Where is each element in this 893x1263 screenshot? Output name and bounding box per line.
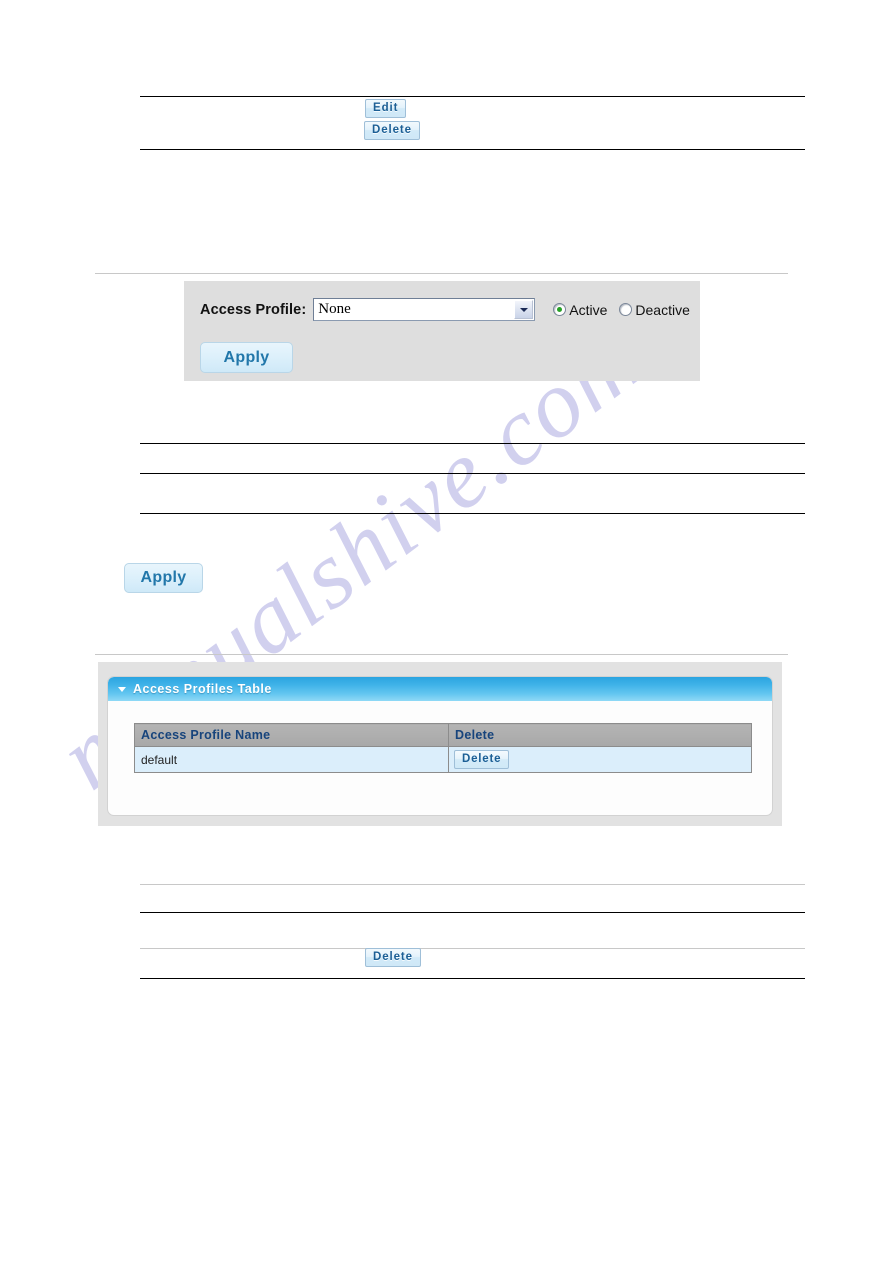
access-profiles-card-header: Access Profiles Table	[108, 677, 772, 701]
access-profiles-title: Access Profiles Table	[133, 682, 272, 696]
divider-top-1	[140, 96, 805, 97]
divider-mid-3	[140, 513, 805, 514]
divider-mid-2	[140, 473, 805, 474]
delete-button-top-label: Delete	[372, 123, 412, 136]
access-profile-select[interactable]: None	[313, 298, 536, 321]
cell-delete-action: Delete	[448, 746, 752, 773]
radio-active-label: Active	[569, 301, 608, 318]
divider-bottom-1	[140, 884, 805, 885]
radio-deactive[interactable]: Deactive	[619, 301, 690, 318]
delete-button-bottom-label: Delete	[373, 950, 413, 963]
cell-profile-name: default	[134, 746, 449, 773]
access-profile-select-value: None	[318, 301, 351, 317]
chevron-down-icon[interactable]	[118, 686, 126, 692]
access-profiles-card: Access Profiles Table Access Profile Nam…	[98, 662, 782, 826]
divider-above-form	[95, 273, 788, 274]
chevron-down-icon[interactable]	[514, 300, 534, 319]
radio-deactive-label: Deactive	[635, 301, 690, 318]
divider-top-2	[140, 149, 805, 150]
divider-bottom-3	[140, 948, 805, 949]
table-row: default Delete	[134, 746, 752, 773]
apply-button-panel[interactable]: Apply	[200, 342, 293, 373]
access-profile-label: Access Profile:	[200, 301, 307, 318]
column-header-delete: Delete	[448, 723, 752, 747]
column-header-profile-name: Access Profile Name	[134, 723, 449, 747]
row-delete-button[interactable]: Delete	[454, 750, 510, 769]
delete-button-top[interactable]: Delete	[364, 121, 420, 140]
row-delete-button-label: Delete	[462, 752, 502, 765]
table-header-row: Access Profile Name Delete	[134, 723, 752, 747]
radio-active[interactable]: Active	[553, 302, 607, 318]
divider-bottom-4	[140, 978, 805, 979]
divider-mid-1	[140, 443, 805, 444]
apply-button-panel-label: Apply	[223, 348, 270, 366]
access-profile-form-panel: Access Profile: None Active Deactive App…	[184, 281, 700, 381]
document-page: Edit Delete Access Profile: None Active …	[0, 0, 893, 1263]
edit-button-label: Edit	[373, 101, 399, 114]
apply-button-label: Apply	[140, 569, 187, 586]
delete-button-bottom[interactable]: Delete	[365, 948, 421, 967]
access-profiles-card-inner: Access Profiles Table Access Profile Nam…	[107, 676, 773, 816]
divider-above-table	[95, 654, 788, 655]
access-profiles-table: Access Profile Name Delete default Delet…	[134, 723, 752, 773]
edit-button[interactable]: Edit	[365, 99, 407, 118]
access-profile-row: Access Profile: None Active Deactive	[200, 298, 690, 321]
divider-bottom-2	[140, 912, 805, 913]
state-radio-group: Active Deactive	[553, 302, 690, 318]
apply-button[interactable]: Apply	[124, 563, 203, 593]
radio-deactive-indicator[interactable]	[619, 303, 633, 316]
radio-active-indicator[interactable]	[553, 303, 567, 316]
